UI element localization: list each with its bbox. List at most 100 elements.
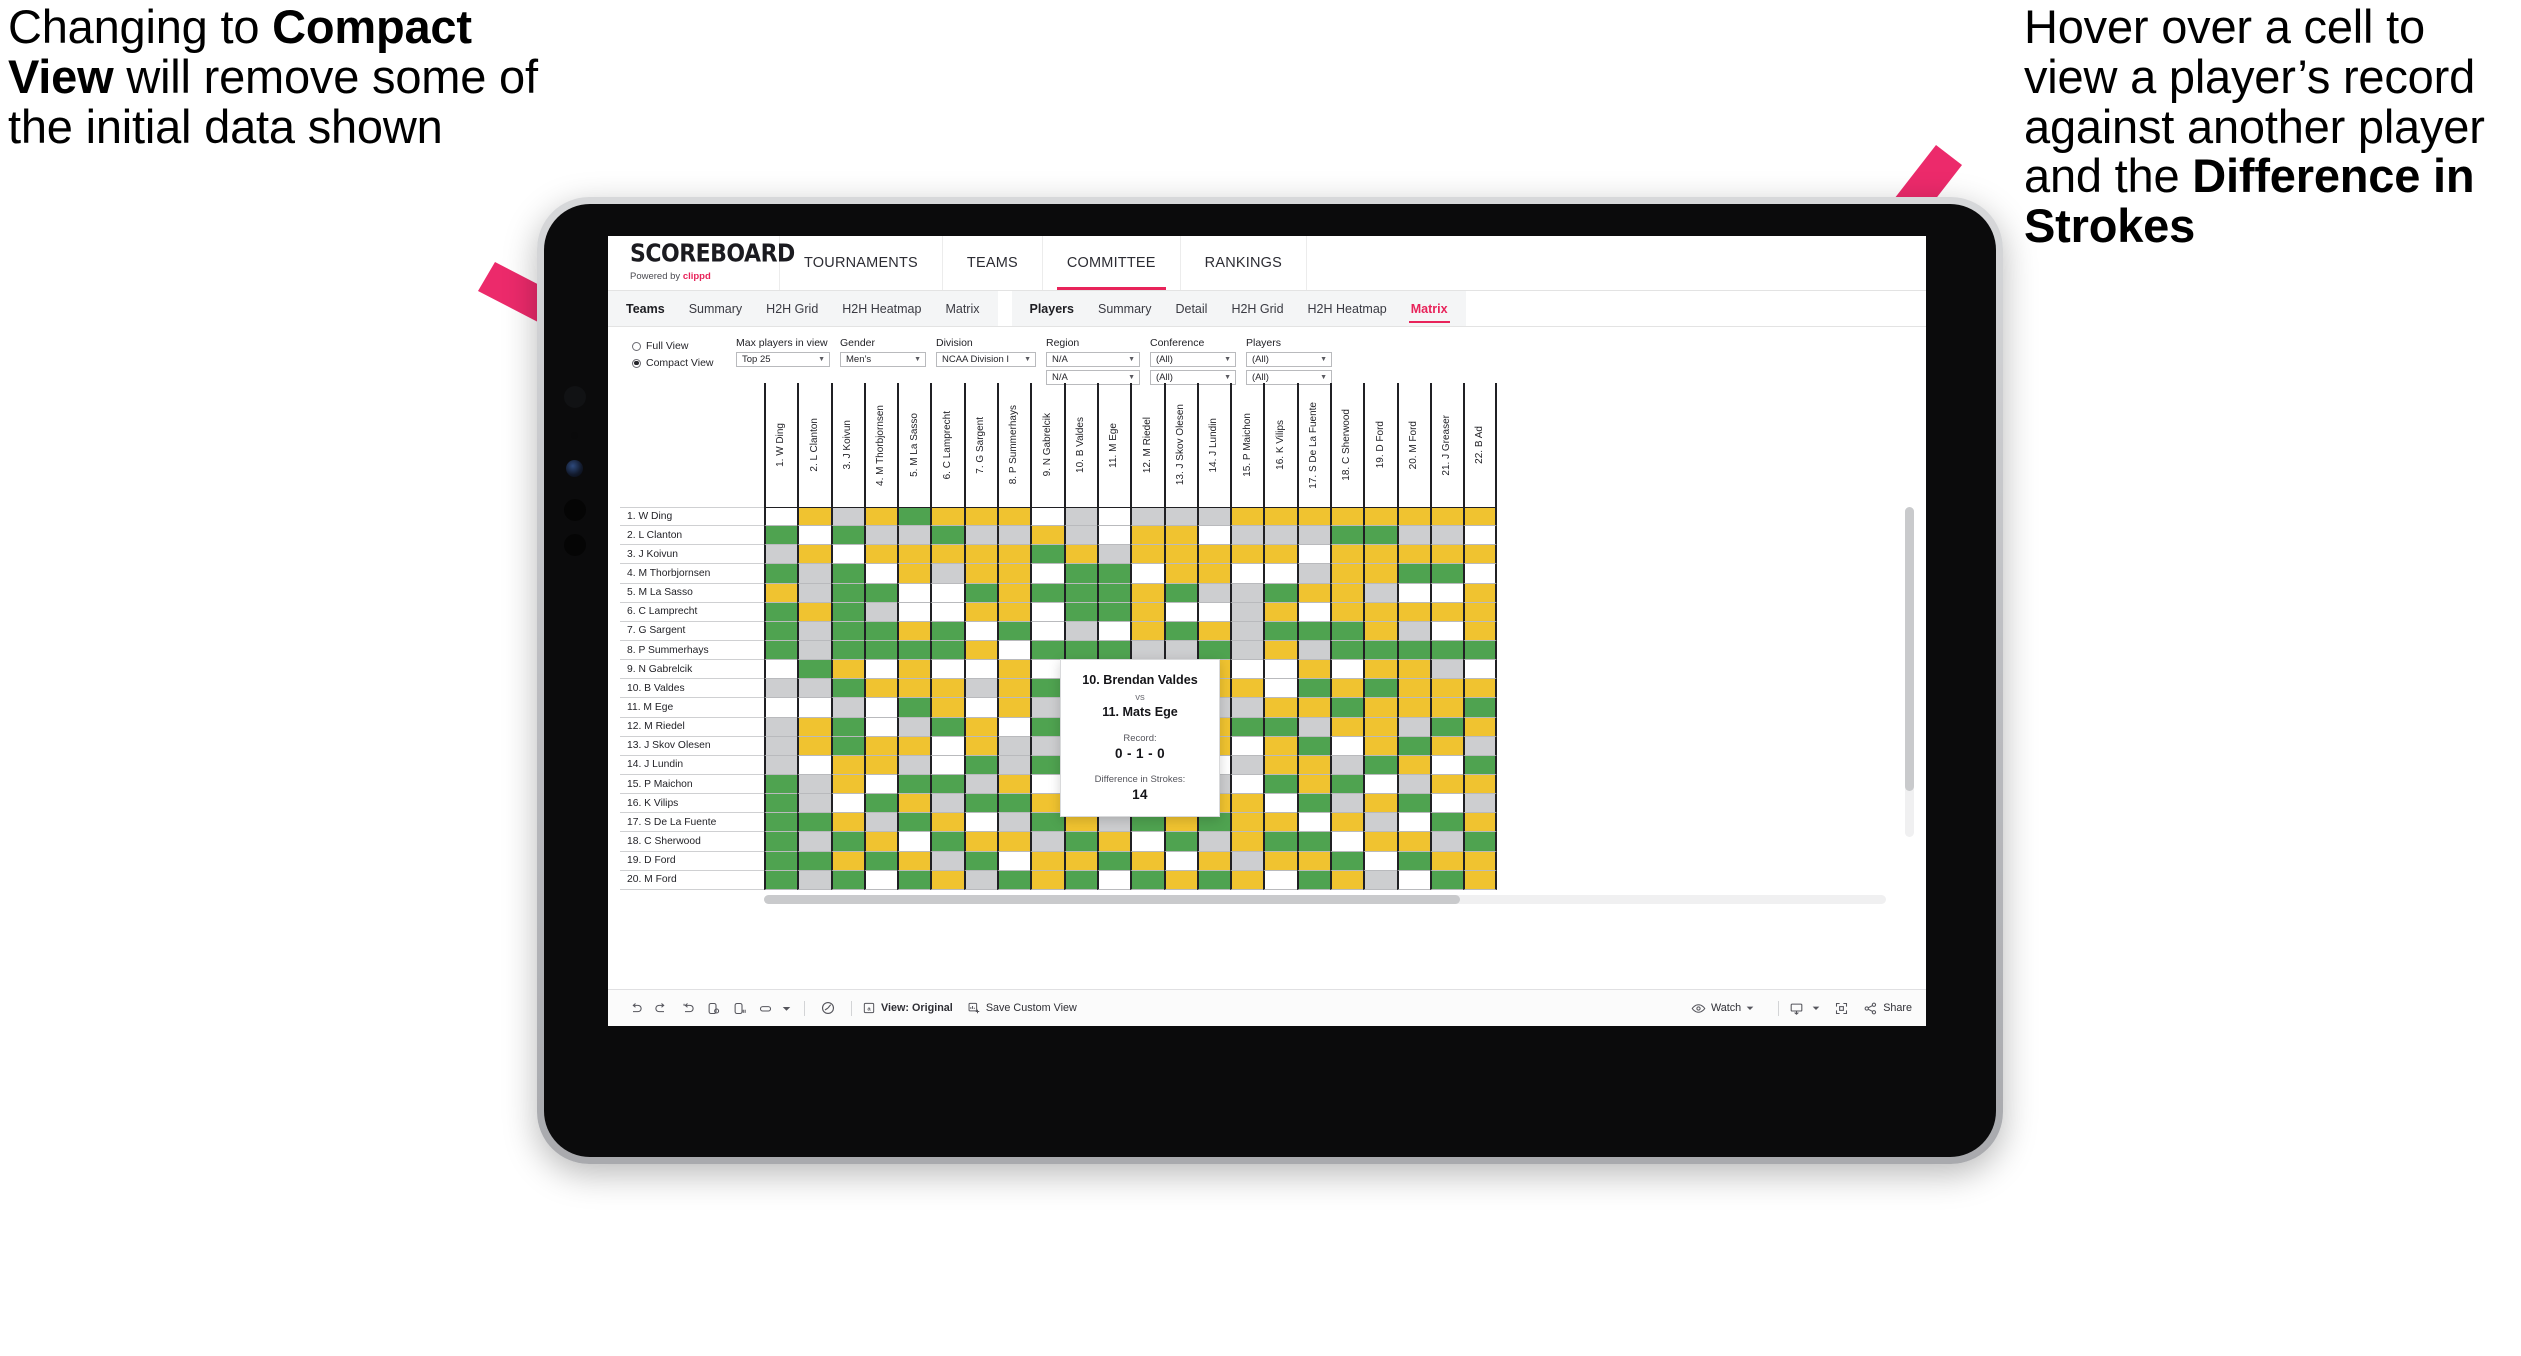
matrix-cell[interactable] xyxy=(1363,640,1397,661)
matrix-cell[interactable] xyxy=(1030,832,1064,852)
subnav-players-detail[interactable]: Detail xyxy=(1163,291,1219,326)
show-me-icon[interactable] xyxy=(815,1000,841,1016)
matrix-cell[interactable] xyxy=(930,660,964,680)
radio-full-view[interactable]: Full View xyxy=(632,339,736,353)
matrix-cell[interactable] xyxy=(797,870,831,890)
matrix-cell[interactable] xyxy=(1429,698,1464,718)
nav-committee[interactable]: COMMITTEE xyxy=(1043,236,1181,290)
matrix-cell[interactable] xyxy=(1196,870,1231,890)
select-players-1[interactable]: (All) ▼ xyxy=(1246,352,1332,367)
matrix-cell[interactable] xyxy=(997,870,1031,890)
matrix-cell[interactable] xyxy=(1429,851,1464,871)
matrix-cell[interactable] xyxy=(1163,583,1197,603)
matrix-cell[interactable] xyxy=(1030,545,1064,565)
matrix-cell[interactable] xyxy=(1030,870,1064,890)
matrix-cell[interactable] xyxy=(863,640,898,661)
matrix-cell[interactable] xyxy=(997,640,1031,661)
matrix-cell[interactable] xyxy=(1196,621,1231,641)
matrix-cell[interactable] xyxy=(897,851,931,871)
matrix-cell[interactable] xyxy=(1396,660,1430,680)
matrix-cell[interactable] xyxy=(1296,526,1331,546)
matrix-cell[interactable] xyxy=(797,526,831,546)
matrix-cell[interactable] xyxy=(1196,526,1231,546)
matrix-cell[interactable] xyxy=(997,794,1031,814)
matrix-cell[interactable] xyxy=(863,545,898,565)
matrix-cell[interactable] xyxy=(830,794,864,814)
matrix-cell[interactable] xyxy=(1163,851,1197,871)
matrix-cell[interactable] xyxy=(1330,851,1364,871)
watch-button[interactable]: Watch xyxy=(1691,1001,1754,1016)
matrix-cell[interactable] xyxy=(930,851,964,871)
undo-icon[interactable] xyxy=(622,1001,648,1016)
matrix-cell[interactable] xyxy=(1096,583,1131,603)
view-original-button[interactable]: a View: Original xyxy=(862,1001,953,1015)
matrix-cell[interactable] xyxy=(1196,832,1231,852)
matrix-cell[interactable] xyxy=(1396,621,1430,641)
matrix-cell[interactable] xyxy=(1363,679,1397,699)
subnav-players-summary[interactable]: Summary xyxy=(1086,291,1163,326)
matrix-cell[interactable] xyxy=(1330,660,1364,680)
matrix-cell[interactable] xyxy=(830,832,864,852)
matrix-cell[interactable] xyxy=(797,717,831,737)
matrix-cell[interactable] xyxy=(863,660,898,680)
matrix-cell[interactable] xyxy=(930,507,964,527)
matrix-cell[interactable] xyxy=(1230,583,1264,603)
matrix-cell[interactable] xyxy=(1263,640,1297,661)
matrix-cell[interactable] xyxy=(764,640,798,661)
matrix-cell[interactable] xyxy=(764,755,798,775)
matrix-cell[interactable] xyxy=(1330,717,1364,737)
matrix-cell[interactable] xyxy=(897,602,931,622)
matrix-cell[interactable] xyxy=(830,717,864,737)
matrix-cell[interactable] xyxy=(963,660,998,680)
matrix-cell[interactable] xyxy=(1230,794,1264,814)
matrix-cell[interactable] xyxy=(1330,583,1364,603)
matrix-cell[interactable] xyxy=(963,583,998,603)
matrix-cell[interactable] xyxy=(1330,507,1364,527)
matrix-cell[interactable] xyxy=(764,870,798,890)
matrix-cell[interactable] xyxy=(1363,755,1397,775)
matrix-cell[interactable] xyxy=(1296,640,1331,661)
matrix-cell[interactable] xyxy=(764,583,798,603)
matrix-cell[interactable] xyxy=(1263,602,1297,622)
matrix-cell[interactable] xyxy=(997,621,1031,641)
matrix-cell[interactable] xyxy=(997,583,1031,603)
matrix-cell[interactable] xyxy=(1130,602,1164,622)
matrix-cell[interactable] xyxy=(1330,545,1364,565)
matrix-cell[interactable] xyxy=(1429,640,1464,661)
matrix-cell[interactable] xyxy=(1396,832,1430,852)
matrix-cell[interactable] xyxy=(897,621,931,641)
matrix-cell[interactable] xyxy=(930,870,964,890)
matrix-cell[interactable] xyxy=(1130,851,1164,871)
matrix-cell[interactable] xyxy=(1263,621,1297,641)
matrix-cell[interactable] xyxy=(1230,679,1264,699)
subnav-teams-h2h-heatmap[interactable]: H2H Heatmap xyxy=(830,291,933,326)
matrix-cell[interactable] xyxy=(997,736,1031,756)
matrix-cell[interactable] xyxy=(1096,507,1131,527)
matrix-cell[interactable] xyxy=(930,602,964,622)
matrix-cell[interactable] xyxy=(897,526,931,546)
matrix-cell[interactable] xyxy=(1363,717,1397,737)
matrix-cell[interactable] xyxy=(1363,507,1397,527)
matrix-cell[interactable] xyxy=(797,755,831,775)
matrix-cell[interactable] xyxy=(1230,621,1264,641)
matrix-cell[interactable] xyxy=(1096,832,1131,852)
matrix-cell[interactable] xyxy=(930,698,964,718)
matrix-cell[interactable] xyxy=(1296,660,1331,680)
matrix-cell[interactable] xyxy=(1296,736,1331,756)
matrix-cell[interactable] xyxy=(863,870,898,890)
matrix-cell[interactable] xyxy=(963,545,998,565)
matrix-cell[interactable] xyxy=(1363,660,1397,680)
matrix-cell[interactable] xyxy=(1296,602,1331,622)
matrix-cell[interactable] xyxy=(1263,774,1297,795)
matrix-cell[interactable] xyxy=(963,698,998,718)
matrix-cell[interactable] xyxy=(930,832,964,852)
matrix-cell[interactable] xyxy=(797,679,831,699)
matrix-cell[interactable] xyxy=(830,526,864,546)
matrix-cell[interactable] xyxy=(1396,679,1430,699)
matrix-cell[interactable] xyxy=(1230,526,1264,546)
matrix-cell[interactable] xyxy=(1296,564,1331,584)
matrix-cell[interactable] xyxy=(1096,870,1131,890)
matrix-cell[interactable] xyxy=(997,813,1031,833)
matrix-cell[interactable] xyxy=(897,640,931,661)
matrix-cell[interactable] xyxy=(997,832,1031,852)
